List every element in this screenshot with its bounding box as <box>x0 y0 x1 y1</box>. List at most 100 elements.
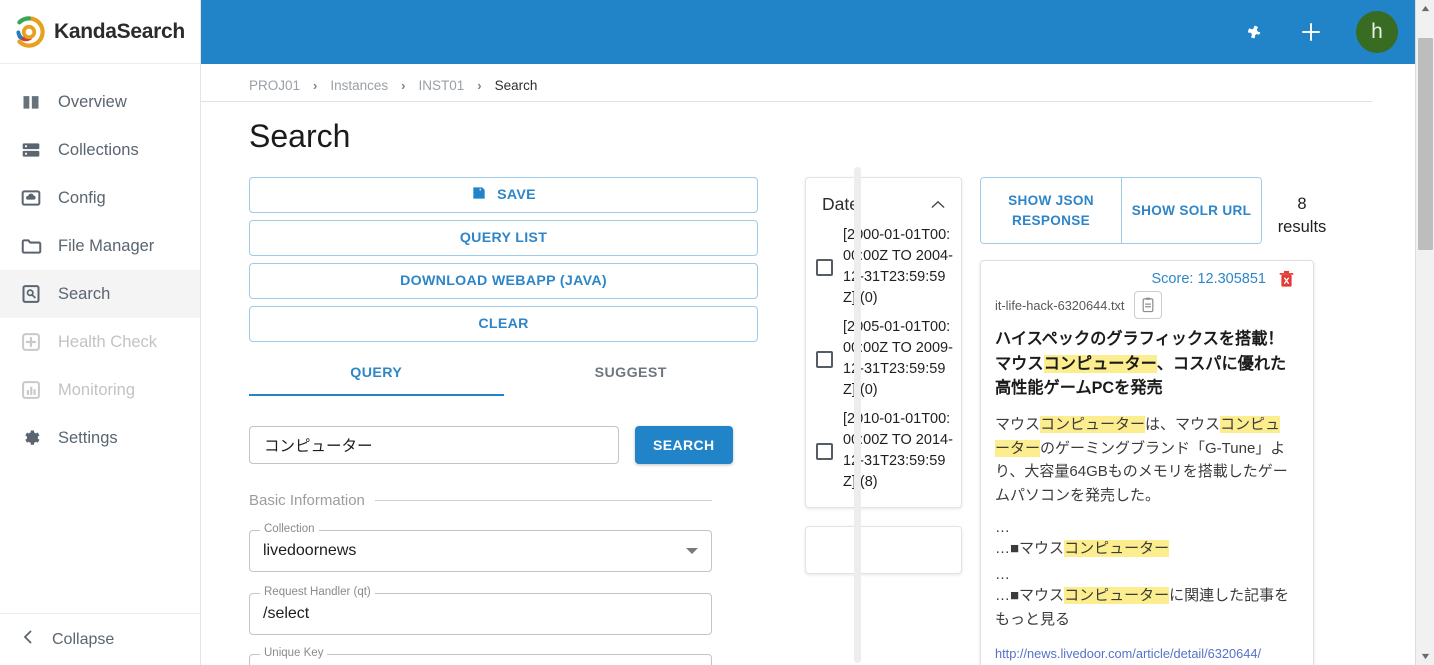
chevron-up-icon[interactable] <box>931 196 945 214</box>
avatar[interactable]: h <box>1356 11 1398 53</box>
result-url-link[interactable]: http://news.livedoor.com/article/detail/… <box>995 646 1295 661</box>
download-webapp-button[interactable]: DOWNLOAD WEBAPP (JAVA) <box>249 263 758 299</box>
basic-information-label: Basic Information <box>249 492 365 509</box>
search-doc-icon <box>20 283 42 305</box>
clear-button[interactable]: CLEAR <box>249 306 758 342</box>
result-fragment: …■マウスコンピューター <box>995 537 1295 561</box>
facet-checkbox[interactable] <box>816 258 833 276</box>
folder-icon <box>20 235 42 257</box>
sidebar-item-health-check: Health Check <box>0 318 200 366</box>
search-input[interactable] <box>249 426 619 464</box>
sidebar-item-file-manager[interactable]: File Manager <box>0 222 200 270</box>
sidebar-item-label: Config <box>58 188 106 207</box>
plus-icon[interactable] <box>1296 17 1326 47</box>
request-handler-label: Request Handler (qt) <box>260 586 375 598</box>
facet-item[interactable]: [2005-01-01T00:00:00Z TO 2009-12-31T23:5… <box>806 317 961 409</box>
scroll-up-arrow-icon[interactable] <box>1416 0 1434 17</box>
sidebar-item-label: Monitoring <box>58 380 136 399</box>
result-filename: it-life-hack-6320644.txt <box>995 297 1125 313</box>
book-icon <box>20 91 42 113</box>
search-button[interactable]: SEARCH <box>635 426 733 464</box>
breadcrumb-item-instances[interactable]: Instances <box>330 78 388 93</box>
scroll-down-arrow-icon[interactable] <box>1416 648 1434 665</box>
collection-label: Collection <box>260 523 319 535</box>
panel-divider-scrollbar[interactable] <box>854 167 861 663</box>
sidebar-item-label: Search <box>58 284 111 303</box>
fragment-text: …■マウス <box>995 587 1065 605</box>
breadcrumb-separator-icon: › <box>477 78 482 93</box>
server-icon <box>20 139 42 161</box>
result-card: Score: 12.305851 it-life-hack-6320644.tx… <box>980 260 1314 665</box>
sidebar-collapse-label: Collapse <box>52 630 115 648</box>
trash-delete-icon[interactable] <box>1278 269 1295 289</box>
tab-suggest[interactable]: SUGGEST <box>504 365 759 396</box>
breadcrumb-item-instance[interactable]: INST01 <box>419 78 465 93</box>
tab-query[interactable]: QUERY <box>249 365 504 396</box>
results-count-number: 8 <box>1297 195 1307 213</box>
save-button[interactable]: SAVE <box>249 177 758 213</box>
main-region: h PROJ01 › Instances › INST01 › Search S… <box>201 0 1434 665</box>
sidebar-item-overview[interactable]: Overview <box>0 78 200 126</box>
sidebar-item-label: Overview <box>58 92 127 111</box>
chevron-left-icon <box>22 630 34 649</box>
facet-item[interactable]: [2010-01-01T00:00:00Z TO 2014-12-31T23:5… <box>806 409 961 507</box>
sidebar-item-search[interactable]: Search <box>0 270 200 318</box>
floppy-save-icon <box>471 185 487 205</box>
breadcrumb-separator-icon: › <box>401 78 406 93</box>
columns: SAVE QUERY LIST DOWNLOAD WEBAPP (JAVA) C… <box>201 155 1434 665</box>
facet-checkbox[interactable] <box>816 350 833 368</box>
sidebar-nav: Overview Collections Config File Manager… <box>0 64 200 613</box>
topbar: h <box>201 0 1434 64</box>
sidebar-collapse-button[interactable]: Collapse <box>0 613 200 665</box>
sidebar-item-config[interactable]: Config <box>0 174 200 222</box>
facet-checkbox[interactable] <box>816 442 833 460</box>
sidebar-item-settings[interactable]: Settings <box>0 414 200 462</box>
puzzle-piece-icon[interactable] <box>1236 17 1266 47</box>
snippet-ellipsis: … <box>995 565 1010 583</box>
fragment-highlight: コンピューター <box>1064 587 1170 605</box>
query-panel: SAVE QUERY LIST DOWNLOAD WEBAPP (JAVA) C… <box>249 167 861 665</box>
results-panel: SHOW JSON RESPONSE SHOW SOLR URL 8 resul… <box>980 177 1434 665</box>
snippet-ellipsis: … <box>995 518 1010 536</box>
result-title[interactable]: ハイスペックのグラフィックスを搭載！マウスコンピューター、コスパに優れた高性能ゲ… <box>995 327 1295 401</box>
query-list-button[interactable]: QUERY LIST <box>249 220 758 256</box>
sidebar-item-collections[interactable]: Collections <box>0 126 200 174</box>
result-fragment: …■マウスコンピューターに関連した記事をもっと見る <box>995 584 1295 631</box>
facet-panel: Date [2000-01-01T00:00:00Z TO 2004-12-31… <box>805 177 980 641</box>
facet-item[interactable]: [2000-01-01T00:00:00Z TO 2004-12-31T23:5… <box>806 225 961 317</box>
sidebar-item-label: Health Check <box>58 332 158 351</box>
snippet-highlight: コンピューター <box>1040 415 1146 433</box>
snippet-text: は、マウス <box>1145 415 1221 433</box>
facet-header[interactable]: Date <box>806 178 961 225</box>
result-snippet-line: マウスコンピューターは、マウスコンピューターのゲーミングブランド「G-Tune」… <box>995 413 1295 508</box>
breadcrumb-item-current: Search <box>494 78 538 93</box>
request-handler-field[interactable]: Request Handler (qt) /select <box>249 586 712 635</box>
page-scrollbar[interactable] <box>1415 0 1434 665</box>
scrollbar-thumb[interactable] <box>1418 38 1433 250</box>
app-root: KandaSearch Overview Collections Config … <box>0 0 1434 665</box>
facet-card-date: Date [2000-01-01T00:00:00Z TO 2004-12-31… <box>805 177 962 509</box>
show-json-response-button[interactable]: SHOW JSON RESPONSE <box>981 178 1121 243</box>
facet-card-next[interactable] <box>805 526 962 575</box>
gear-icon <box>20 427 42 449</box>
collection-select[interactable]: Collection livedoornews <box>249 523 712 572</box>
breadcrumb-item-project[interactable]: PROJ01 <box>249 78 300 93</box>
legend-rule <box>374 500 712 501</box>
sidebar-item-label: File Manager <box>58 236 155 255</box>
clipboard-copy-icon[interactable] <box>1134 291 1163 319</box>
sidebar-item-monitoring: Monitoring <box>0 366 200 414</box>
unique-key-field[interactable]: Unique Key <box>249 647 712 665</box>
plus-box-icon <box>20 331 42 353</box>
search-row: SEARCH <box>249 426 770 464</box>
query-tabs: QUERY SUGGEST <box>249 365 758 396</box>
breadcrumb: PROJ01 › Instances › INST01 › Search <box>201 64 1372 102</box>
sidebar-item-label: Settings <box>58 428 118 447</box>
results-header: SHOW JSON RESPONSE SHOW SOLR URL 8 resul… <box>980 177 1374 244</box>
page-title: Search <box>249 118 351 154</box>
unique-key-label: Unique Key <box>260 647 328 659</box>
brand[interactable]: KandaSearch <box>0 0 200 64</box>
kandasearch-swirl-logo-icon <box>12 15 46 49</box>
snippet-text: マウス <box>995 415 1041 433</box>
show-solr-url-button[interactable]: SHOW SOLR URL <box>1121 178 1261 243</box>
chevron-down-icon <box>686 548 698 554</box>
